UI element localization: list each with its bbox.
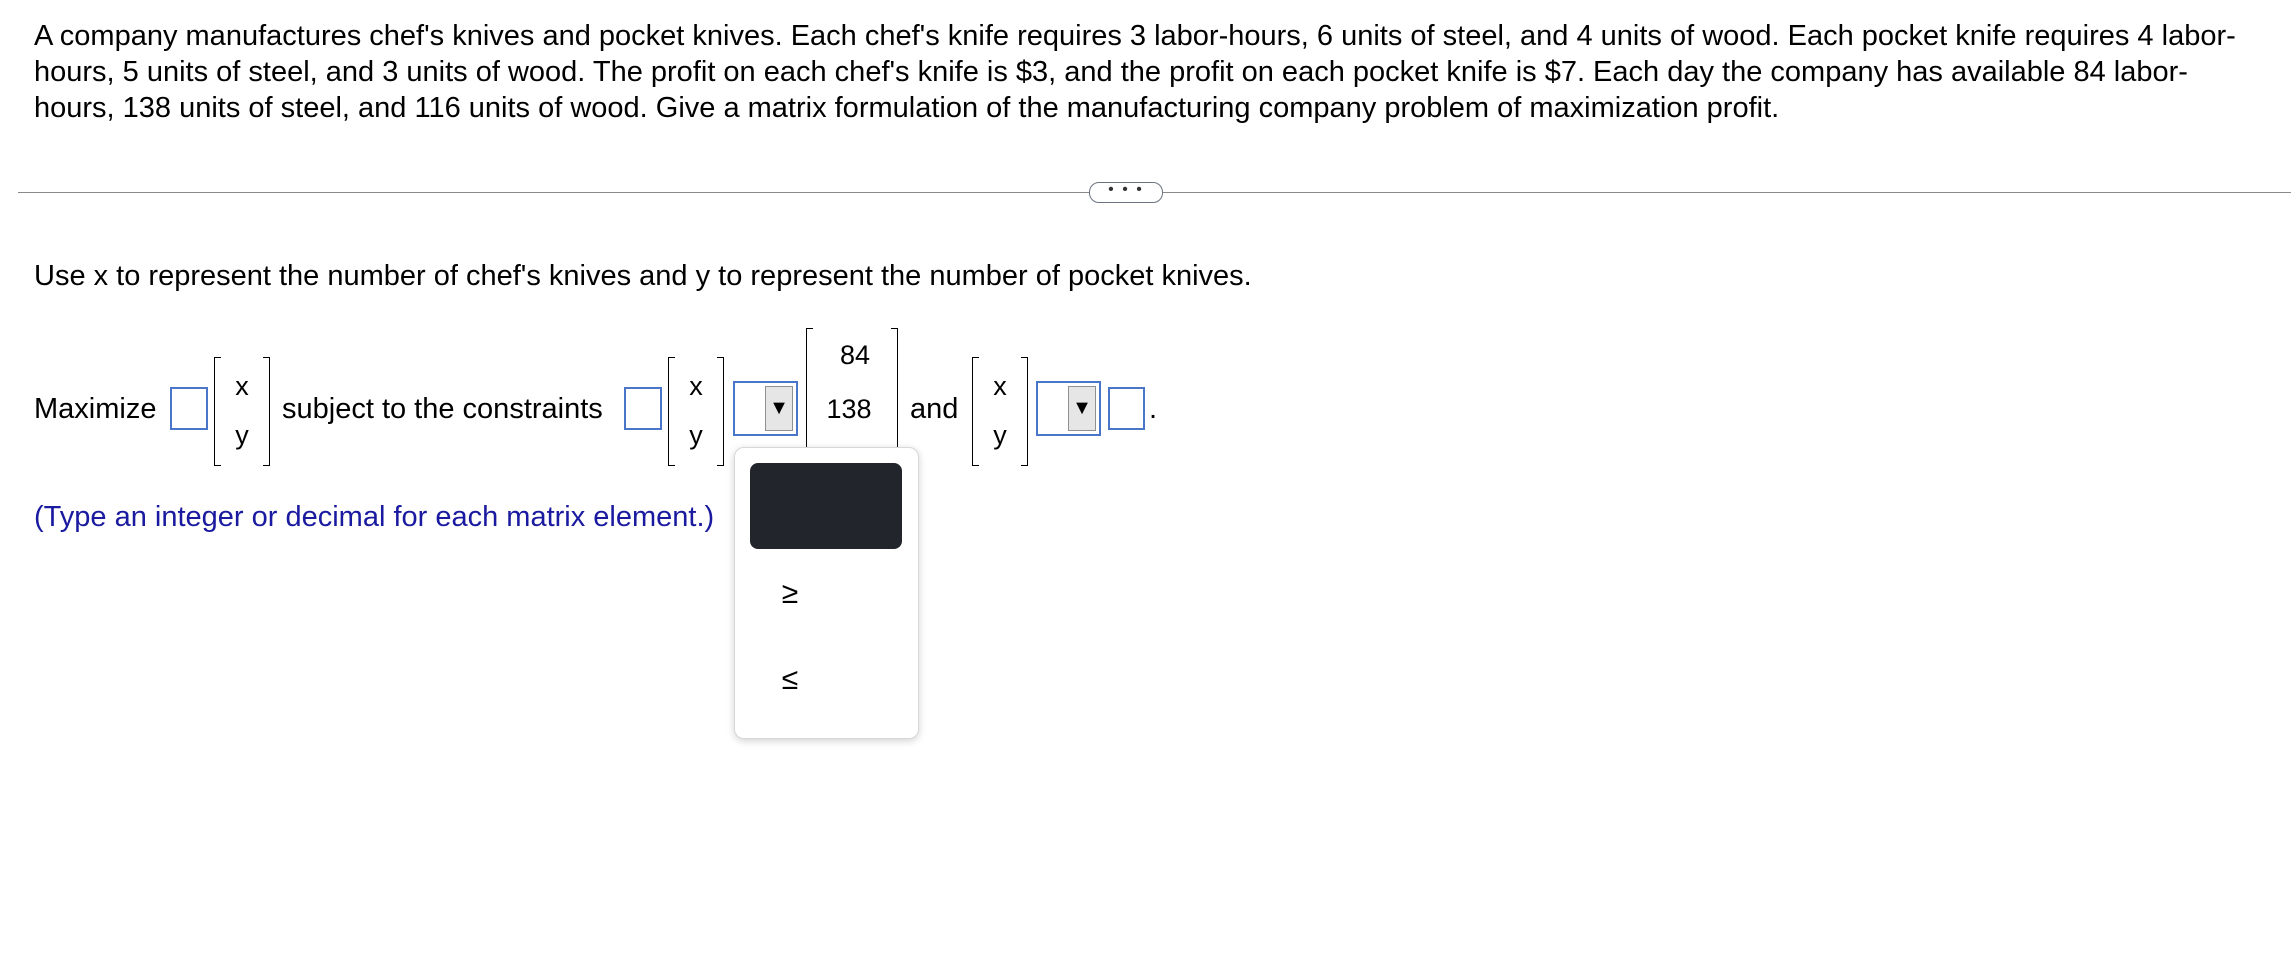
- bracket-right: [717, 357, 724, 466]
- instruction-text: Use x to represent the number of chef's …: [34, 260, 1252, 292]
- matrix-cell-x: x: [993, 371, 1007, 401]
- and-label: and: [910, 393, 959, 425]
- nonneg-variable-vector: x y: [972, 357, 1028, 466]
- maximize-label: Maximize: [34, 393, 157, 425]
- bracket-right: [263, 357, 270, 466]
- rhs-value-steel: 138: [826, 394, 872, 424]
- objective-coefficient-input[interactable]: [170, 387, 208, 430]
- selected-value: [739, 387, 765, 430]
- constraint-coefficient-input[interactable]: [624, 387, 662, 430]
- matrix-cell-x: x: [689, 371, 703, 401]
- bracket-right: [1021, 357, 1028, 466]
- nonneg-value-input[interactable]: [1108, 387, 1145, 430]
- period: .: [1149, 393, 1158, 425]
- selected-value: [1042, 387, 1068, 430]
- subject-to-label: subject to the constraints: [282, 393, 603, 425]
- menu-option-empty-selected[interactable]: [750, 463, 902, 549]
- matrix-cell-x: x: [235, 371, 249, 401]
- menu-option-leq[interactable]: ≤: [735, 660, 845, 700]
- nonneg-inequality-select[interactable]: ▼: [1036, 381, 1101, 436]
- matrix-cell-y: y: [235, 420, 249, 450]
- constraint-variable-vector: x y: [668, 357, 724, 466]
- inequality-dropdown-menu: ≥ ≤: [734, 447, 919, 739]
- dropdown-arrow-icon[interactable]: ▼: [1068, 386, 1096, 431]
- matrix-cell-y: y: [993, 420, 1007, 450]
- rhs-value-labor: 84: [839, 340, 871, 370]
- answer-hint: (Type an integer or decimal for each mat…: [34, 501, 715, 533]
- objective-variable-vector: x y: [214, 357, 270, 466]
- constraint-inequality-select[interactable]: ▼: [733, 381, 798, 436]
- problem-statement: A company manufactures chef's knives and…: [34, 20, 2236, 124]
- dropdown-arrow-icon[interactable]: ▼: [765, 386, 793, 431]
- matrix-cell-y: y: [689, 420, 703, 450]
- menu-option-geq[interactable]: ≥: [735, 574, 845, 614]
- expand-button[interactable]: • • •: [1089, 182, 1163, 203]
